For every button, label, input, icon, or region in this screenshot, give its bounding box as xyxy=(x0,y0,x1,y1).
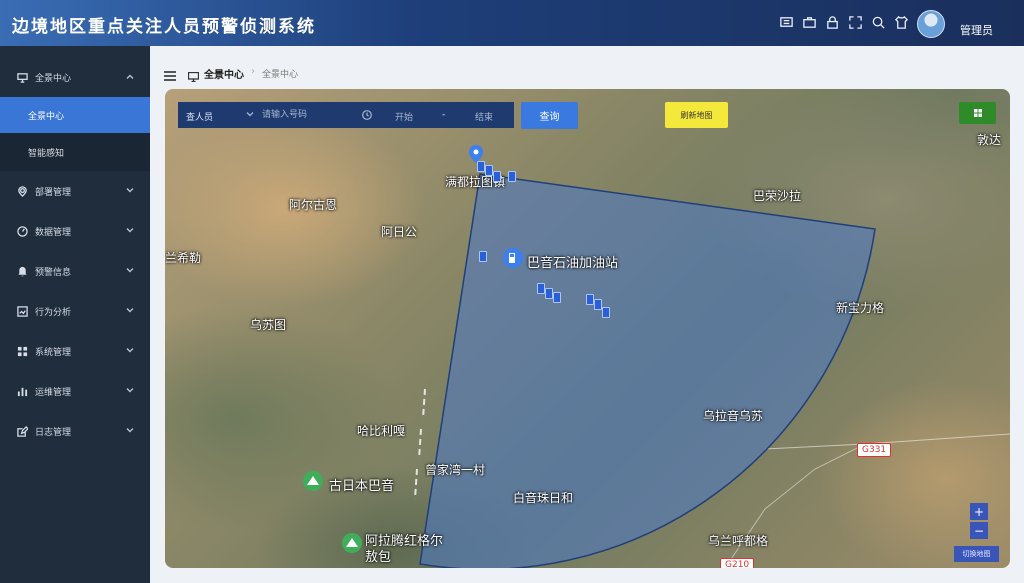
road-badge: G210 xyxy=(720,558,755,568)
place-label: 古日本巴音 xyxy=(329,479,395,494)
user-avatar[interactable] xyxy=(917,10,945,38)
location-icon xyxy=(17,185,28,197)
search-type-select[interactable]: 查人员 xyxy=(186,110,213,123)
road-badge: G331 xyxy=(857,443,892,457)
sidebar-item-label: 部署管理 xyxy=(35,187,72,198)
grid-icon xyxy=(973,109,982,117)
place-label: 乌拉音乌苏 xyxy=(703,409,764,423)
switch-map-button[interactable]: 切换地图 xyxy=(954,546,999,562)
gas-station-icon[interactable] xyxy=(502,247,524,273)
map-overlay xyxy=(414,173,1010,568)
vehicle-marker-icon[interactable] xyxy=(537,283,545,294)
sidebar-item-label: 数据管理 xyxy=(35,227,72,238)
search-icon[interactable] xyxy=(870,14,887,31)
grid-icon xyxy=(17,346,28,357)
query-button[interactable]: 查询 xyxy=(521,102,578,129)
search-bar: 查人员 开始 - 结束 xyxy=(178,102,514,128)
place-label: 白音珠日和 xyxy=(513,491,574,505)
sidebar-item-alerts[interactable]: 预警信息 xyxy=(0,251,150,291)
vehicle-marker-icon[interactable] xyxy=(594,299,602,310)
bar-chart-icon xyxy=(17,386,28,397)
monitor-icon xyxy=(17,72,28,83)
sidebar: 全景中心 全景中心 智能感知 部署管理 数据管理 预警信息 行为分析 系统管理 … xyxy=(0,46,150,583)
clock-icon xyxy=(362,110,372,120)
lock-icon[interactable] xyxy=(824,14,841,31)
detection-sector xyxy=(419,173,876,568)
top-header: 边境地区重点关注人员预警侦测系统 管理员 xyxy=(0,0,1024,46)
place-label: 阿日公 xyxy=(381,225,418,239)
breadcrumb-current[interactable]: 全景中心 xyxy=(204,66,244,81)
breadcrumb-separator: › xyxy=(251,66,255,77)
mountain-poi-icon[interactable] xyxy=(302,470,324,496)
sidebar-item-ops[interactable]: 运维管理 xyxy=(0,371,150,411)
dashboard-icon xyxy=(17,225,28,237)
place-label: 曾家湾一村 xyxy=(425,463,486,477)
vehicle-marker-icon[interactable] xyxy=(493,171,501,182)
sidebar-item-deployment[interactable]: 部署管理 xyxy=(0,171,150,211)
sidebar-item-system[interactable]: 系统管理 xyxy=(0,331,150,371)
chevron-down-icon xyxy=(126,346,134,354)
sidebar-item-label: 行为分析 xyxy=(35,307,72,318)
sidebar-item-data[interactable]: 数据管理 xyxy=(0,211,150,251)
start-time-input[interactable]: 开始 xyxy=(395,110,413,123)
place-label: 敖包 xyxy=(365,550,392,565)
vehicle-marker-icon[interactable] xyxy=(545,288,553,299)
vehicle-marker-icon[interactable] xyxy=(553,292,561,303)
sidebar-item-label: 全景中心 xyxy=(35,73,72,84)
shirt-icon[interactable] xyxy=(893,14,910,31)
end-time-input[interactable]: 结束 xyxy=(475,110,493,123)
bell-icon xyxy=(17,266,28,277)
range-separator: - xyxy=(442,110,446,120)
vehicle-marker-icon[interactable] xyxy=(479,251,487,262)
vehicle-marker-icon[interactable] xyxy=(485,165,493,176)
screen-icon[interactable] xyxy=(778,14,795,31)
monitor-icon xyxy=(187,67,200,83)
chevron-down-icon[interactable] xyxy=(246,110,254,118)
chevron-up-icon xyxy=(126,73,134,81)
refresh-map-button[interactable]: 刷新地图 xyxy=(665,102,728,128)
sidebar-item-label: 运维管理 xyxy=(35,387,72,398)
sidebar-item-label: 预警信息 xyxy=(35,267,72,278)
menu-toggle-icon[interactable] xyxy=(164,66,176,81)
place-label: 新宝力格 xyxy=(836,301,885,315)
vehicle-marker-icon[interactable] xyxy=(586,294,594,305)
sidebar-subitem-smart-sensing[interactable]: 智能感知 xyxy=(0,133,150,171)
zoom-out-button[interactable]: − xyxy=(970,522,988,539)
chevron-down-icon xyxy=(126,186,134,194)
system-title: 边境地区重点关注人员预警侦测系统 xyxy=(12,17,316,37)
satellite-map[interactable]: 敦达 满都拉图镇 巴荣沙拉 阿尔古恩 阿日公 兰希勒 巴音石油加油站 乌苏图 新… xyxy=(165,89,1010,568)
place-label: 乌兰呼都格 xyxy=(708,534,769,548)
sidebar-item-label: 系统管理 xyxy=(35,347,72,358)
chevron-down-icon xyxy=(126,226,134,234)
place-label: 乌苏图 xyxy=(250,318,287,332)
chevron-down-icon xyxy=(126,386,134,394)
header-toolbar xyxy=(778,14,910,31)
place-label: 巴音石油加油站 xyxy=(527,256,619,271)
zoom-in-button[interactable]: + xyxy=(970,503,988,520)
sidebar-item-overview[interactable]: 全景中心 xyxy=(0,46,150,108)
phone-number-input[interactable] xyxy=(262,102,356,128)
sidebar-item-logs[interactable]: 日志管理 xyxy=(0,411,150,451)
vehicle-marker-icon[interactable] xyxy=(508,171,516,182)
vehicle-marker-icon[interactable] xyxy=(477,161,485,172)
edit-icon xyxy=(17,425,28,437)
sidebar-item-label: 日志管理 xyxy=(35,427,72,438)
layer-grid-button[interactable] xyxy=(959,102,996,124)
user-name[interactable]: 管理员 xyxy=(960,22,993,38)
mountain-poi-icon[interactable] xyxy=(341,532,363,558)
breadcrumb-sub: 全景中心 xyxy=(262,70,299,80)
chevron-down-icon xyxy=(126,306,134,314)
place-label: 兰希勒 xyxy=(165,251,202,265)
analysis-icon xyxy=(17,305,28,317)
sidebar-item-behavior[interactable]: 行为分析 xyxy=(0,291,150,331)
fullscreen-icon[interactable] xyxy=(847,14,864,31)
briefcase-icon[interactable] xyxy=(801,14,818,31)
place-label: 巴荣沙拉 xyxy=(753,189,802,203)
place-label: 哈比利嘎 xyxy=(357,424,406,438)
chevron-down-icon xyxy=(126,266,134,274)
chevron-down-icon xyxy=(126,426,134,434)
place-label: 阿尔古恩 xyxy=(289,198,338,212)
vehicle-marker-icon[interactable] xyxy=(602,307,610,318)
place-label: 敦达 xyxy=(977,133,1002,147)
